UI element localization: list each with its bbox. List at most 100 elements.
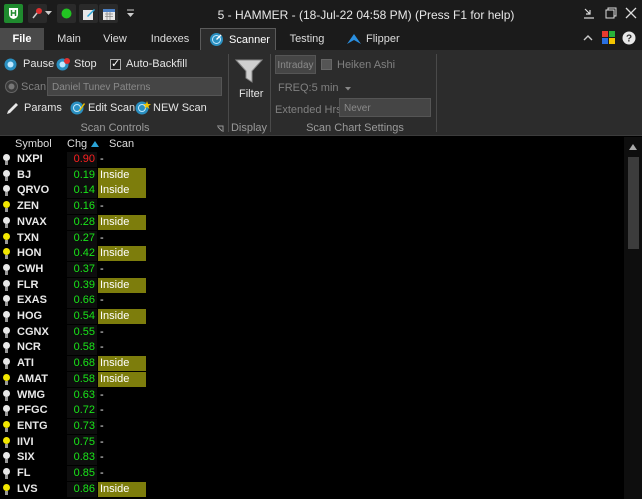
- auto-backfill-checkbox[interactable]: [110, 57, 121, 70]
- table-row[interactable]: IIVI 0.75-: [0, 434, 148, 451]
- tab-indexes[interactable]: Indexes: [144, 28, 196, 50]
- symbol-cell: ENTG: [17, 419, 48, 432]
- symbol-cell: SIX: [17, 451, 35, 464]
- scanner-ribbon: Pause Stop Auto-Backfill Scan Daniel Tun…: [0, 50, 642, 136]
- color-grid-icon[interactable]: [602, 31, 616, 48]
- chg-header-label: Chg: [67, 138, 88, 150]
- table-row[interactable]: FL 0.85-: [0, 466, 148, 482]
- minimize-icon[interactable]: [580, 6, 598, 20]
- table-row[interactable]: SIX 0.83-: [0, 450, 148, 466]
- heiken-ashi-checkbox[interactable]: [321, 59, 332, 70]
- symbol-cell: HON: [17, 247, 42, 260]
- table-row[interactable]: HON 0.42 Inside: [0, 246, 148, 262]
- extended-hrs-field[interactable]: Never: [339, 98, 431, 117]
- table-row[interactable]: QRVO 0.14 Inside: [0, 183, 148, 199]
- title-bar: 5 - HAMMER - (18-Jul-22 04:58 PM) (Press…: [0, 0, 642, 28]
- chg-cell: 0.27: [67, 230, 97, 246]
- chg-cell: 0.83: [67, 450, 97, 466]
- tab-testing[interactable]: Testing: [284, 28, 330, 50]
- scrollbar-thumb[interactable]: [628, 157, 639, 249]
- chg-cell: 0.14: [67, 183, 97, 199]
- chg-cell: 0.42: [67, 246, 97, 262]
- lightbulb-icon: [2, 452, 11, 464]
- column-header-scan[interactable]: Scan: [109, 137, 134, 151]
- scan-result-cell: Inside: [98, 481, 146, 497]
- table-row[interactable]: WMG 0.63-: [0, 387, 148, 404]
- scroll-up-icon[interactable]: [629, 141, 637, 153]
- tab-flipper[interactable]: Flipper: [342, 28, 406, 50]
- table-row[interactable]: NXPI 0.90-: [0, 152, 148, 168]
- restore-icon[interactable]: [602, 6, 620, 20]
- lightbulb-icon: [2, 279, 11, 292]
- tab-file[interactable]: File: [0, 28, 44, 50]
- table-row[interactable]: NCR 0.58-: [0, 340, 148, 356]
- scan-name-field[interactable]: Daniel Tunev Patterns: [47, 77, 222, 96]
- lightbulb-icon: [2, 201, 11, 213]
- scan-result-cell: -: [100, 467, 104, 479]
- new-scan-label: NEW Scan: [153, 102, 207, 114]
- table-row[interactable]: CGNX 0.55-: [0, 324, 148, 341]
- pencil-icon: [6, 101, 20, 118]
- table-row[interactable]: EXAS 0.66-: [0, 293, 148, 309]
- table-row[interactable]: ZEN 0.16-: [0, 199, 148, 215]
- chg-cell: 0.54: [67, 309, 97, 324]
- table-row[interactable]: TXN 0.27-: [0, 230, 148, 247]
- table-row[interactable]: BJ 0.19 Inside: [0, 167, 148, 184]
- symbol-cell: LVS: [17, 482, 38, 495]
- help-icon[interactable]: ?: [622, 31, 636, 48]
- table-row[interactable]: HOG 0.54 Inside: [0, 309, 148, 325]
- symbol-cell: IIVI: [17, 435, 34, 448]
- table-row[interactable]: NVAX 0.28 Inside: [0, 214, 148, 231]
- scan-result-cell: Inside: [98, 246, 146, 262]
- intraday-button[interactable]: Intraday: [275, 55, 316, 74]
- new-scan-icon: [135, 100, 151, 119]
- lightbulb-icon: [2, 248, 11, 260]
- filter-button[interactable]: Filter: [232, 54, 266, 106]
- column-header-chg[interactable]: Chg: [67, 137, 100, 151]
- chg-cell: 0.86: [67, 481, 97, 497]
- lightbulb-icon: [2, 169, 11, 182]
- chg-cell: 0.37: [67, 261, 97, 277]
- tab-view[interactable]: View: [96, 28, 134, 50]
- scan-result-cell: -: [100, 341, 104, 354]
- chg-cell: 0.16: [67, 199, 97, 215]
- symbol-cell: ATI: [17, 357, 34, 370]
- window-title: 5 - HAMMER - (18-Jul-22 04:58 PM) (Press…: [217, 8, 515, 22]
- table-row[interactable]: AMAT 0.58 Inside: [0, 371, 148, 388]
- display-group-label: Display: [230, 122, 268, 134]
- symbol-cell: FLR: [17, 278, 39, 291]
- symbol-cell: HOG: [17, 310, 43, 322]
- scan-result-cell: -: [100, 262, 104, 275]
- table-row[interactable]: FLR 0.39 Inside: [0, 277, 148, 294]
- ribbon-tab-bar: File Main View Indexes Scanner Testing F…: [0, 28, 642, 50]
- scan-result-cell: -: [100, 451, 104, 464]
- scan-label: Scan: [21, 81, 47, 93]
- table-row[interactable]: ENTG 0.73-: [0, 418, 148, 435]
- lightbulb-icon: [2, 420, 11, 433]
- tab-main[interactable]: Main: [50, 28, 88, 50]
- symbol-cell: ZEN: [17, 200, 39, 213]
- freq-dropdown[interactable]: FREQ:5 min: [278, 82, 351, 94]
- symbol-cell: NVAX: [17, 215, 47, 228]
- ribbon-collapse-icon[interactable]: [582, 31, 594, 48]
- tab-scanner[interactable]: Scanner: [200, 28, 276, 50]
- table-row[interactable]: LVS 0.86 Inside: [0, 481, 148, 498]
- scan-result-cell: -: [100, 388, 104, 401]
- scan-result-cell: -: [100, 419, 104, 432]
- vertical-scrollbar[interactable]: [624, 137, 642, 499]
- scan-result-cell: Inside: [98, 183, 146, 199]
- column-header-symbol[interactable]: Symbol: [15, 137, 52, 151]
- chg-cell: 0.90: [67, 152, 97, 167]
- lightbulb-icon: [2, 468, 11, 480]
- edit-scan-label: Edit Scan: [88, 102, 136, 114]
- table-row[interactable]: PFGC 0.72-: [0, 403, 148, 419]
- table-row[interactable]: CWH 0.37-: [0, 261, 148, 278]
- group-separator: [270, 54, 271, 132]
- table-row[interactable]: ATI 0.68 Inside: [0, 356, 148, 372]
- scan-result-cell: Inside: [98, 309, 146, 324]
- tab-scanner-label: Scanner: [229, 34, 270, 46]
- close-icon[interactable]: [622, 6, 640, 20]
- scan-chart-area[interactable]: [148, 137, 624, 499]
- dialog-launcher-icon[interactable]: [216, 124, 224, 136]
- scan-result-cell: Inside: [98, 356, 146, 372]
